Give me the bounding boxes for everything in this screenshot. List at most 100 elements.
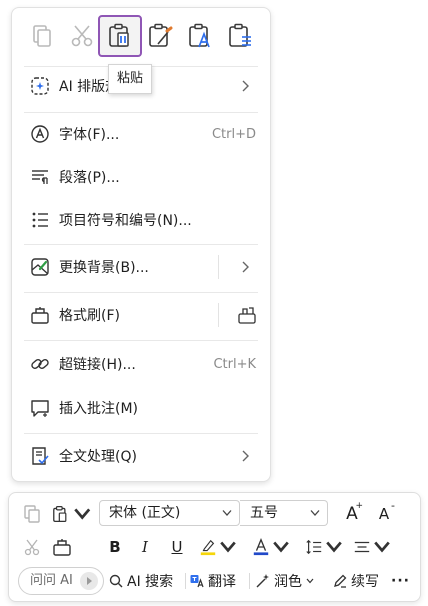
- chevron-down-icon: [306, 578, 314, 584]
- menu-item-label: 全文处理(Q): [59, 449, 137, 465]
- shrink-font-glyph: A: [378, 505, 390, 523]
- minus-icon: -: [391, 499, 395, 512]
- chevron-right-icon: [242, 80, 249, 92]
- menu-item-label: 项目符号和编号(N)...: [59, 213, 192, 229]
- search-icon: [109, 574, 123, 588]
- copy-icon: [33, 25, 51, 47]
- underline-glyph: U: [171, 538, 183, 556]
- grow-font-button[interactable]: A +: [339, 501, 365, 527]
- more-button[interactable]: ···: [391, 568, 410, 594]
- continue-write-button[interactable]: 续写: [332, 568, 379, 594]
- shrink-font-button[interactable]: A -: [371, 499, 397, 527]
- scissors-icon: [24, 539, 40, 556]
- menu-item-hyperlink[interactable]: 超链接(H)... Ctrl+K: [12, 346, 270, 382]
- copy-button[interactable]: [20, 15, 64, 57]
- paste-keep-formatting-button[interactable]: [98, 15, 142, 57]
- scissors-icon: [71, 25, 93, 47]
- chevron-down-icon: [73, 508, 90, 520]
- format-painter-button[interactable]: [49, 534, 75, 560]
- highlight-color-button[interactable]: [199, 534, 237, 560]
- paste-text-only-icon: [189, 23, 210, 48]
- format-painter-icon: [53, 539, 71, 556]
- chevron-right-icon: [242, 450, 249, 462]
- menu-item-label: 格式刷(F): [59, 308, 120, 324]
- menu-item-insert-comment[interactable]: 插入批注(M): [12, 390, 270, 426]
- background-icon: [30, 257, 50, 277]
- split-divider: [218, 255, 219, 279]
- font-color-icon: [253, 538, 269, 556]
- ai-search-label: AI 搜索: [127, 574, 174, 590]
- font-name-select[interactable]: 宋体 (正文): [99, 500, 240, 526]
- chevron-down-icon: [326, 541, 342, 553]
- context-menu: 粘贴 AI 排版规则 字体(F)... Ctrl+D 段落(P)... 项目符号…: [11, 7, 271, 482]
- format-painter-lock-icon[interactable]: [236, 304, 258, 326]
- paste-merge-format-icon: [149, 23, 173, 47]
- underline-button[interactable]: U: [165, 534, 189, 560]
- more-icon: ···: [391, 573, 410, 589]
- copy-button[interactable]: [19, 501, 45, 527]
- copy-icon: [24, 505, 40, 523]
- plus-icon: +: [355, 501, 363, 511]
- translate-label: 翻译: [208, 574, 236, 590]
- menu-item-format-painter[interactable]: 格式刷(F): [12, 297, 270, 333]
- italic-glyph: I: [142, 538, 148, 556]
- line-spacing-icon: [306, 539, 322, 555]
- bold-glyph: B: [109, 538, 121, 556]
- align-button[interactable]: [353, 534, 391, 560]
- comment-icon: [30, 398, 50, 418]
- font-name-value: 宋体 (正文): [109, 505, 181, 521]
- paste-dropdown-button[interactable]: [51, 501, 91, 527]
- align-center-icon: [354, 541, 370, 553]
- font-color-button[interactable]: [252, 534, 290, 560]
- menu-item-shortcut: Ctrl+K: [213, 356, 256, 372]
- mini-toolbar: 宋体 (正文) 五号 A + A - B I U 问问 AI AI 搜索 翻译 …: [8, 492, 421, 602]
- paste-icon: [53, 505, 67, 523]
- menu-item-bullets[interactable]: 项目符号和编号(N)...: [12, 202, 270, 238]
- highlighter-icon: [200, 539, 216, 556]
- menu-item-label: 超链接(H)...: [59, 357, 136, 373]
- menu-divider: [24, 244, 258, 245]
- paste-text-only-button[interactable]: [178, 15, 222, 57]
- chevron-down-icon: [220, 541, 236, 553]
- cut-button[interactable]: [19, 534, 45, 560]
- paragraph-icon: [30, 167, 50, 187]
- translate-icon: [190, 575, 204, 588]
- menu-item-label: 段落(P)...: [59, 170, 120, 186]
- split-divider: [218, 303, 219, 327]
- menu-divider: [24, 340, 258, 341]
- menu-item-label: 字体(F)...: [59, 127, 120, 143]
- translate-button[interactable]: 翻译: [189, 568, 236, 594]
- menu-divider: [24, 292, 258, 293]
- polish-label: 润色: [274, 574, 302, 590]
- bullets-icon: [30, 210, 50, 230]
- continue-write-label: 续写: [351, 574, 379, 590]
- font-size-select[interactable]: 五号: [240, 500, 328, 526]
- paste-merge-format-button[interactable]: [138, 15, 182, 57]
- menu-divider: [24, 112, 258, 113]
- line-spacing-button[interactable]: [305, 534, 343, 560]
- menu-item-background[interactable]: 更换背景(B)...: [12, 249, 270, 285]
- play-icon: [87, 577, 92, 585]
- paste-list-icon: [229, 23, 251, 47]
- document-process-icon: [30, 446, 50, 466]
- toolbar-divider: [185, 573, 186, 589]
- magic-wand-icon: [256, 574, 269, 588]
- ask-ai-input[interactable]: 问问 AI: [18, 567, 104, 595]
- paste-list-button[interactable]: [218, 15, 262, 57]
- chevron-down-icon: [222, 510, 232, 516]
- menu-item-paragraph[interactable]: 段落(P)...: [12, 159, 270, 195]
- link-icon: [30, 354, 50, 374]
- toolbar-divider: [249, 573, 250, 589]
- pen-icon: [334, 574, 347, 588]
- polish-button[interactable]: 润色: [255, 568, 317, 594]
- ai-search-button[interactable]: AI 搜索: [108, 568, 173, 594]
- bold-button[interactable]: B: [103, 534, 127, 560]
- format-painter-icon: [30, 305, 50, 325]
- menu-item-font[interactable]: 字体(F)... Ctrl+D: [12, 116, 270, 152]
- menu-item-full-text-process[interactable]: 全文处理(Q): [12, 438, 270, 474]
- paste-tooltip: 粘贴: [108, 64, 153, 94]
- italic-button[interactable]: I: [133, 534, 157, 560]
- chevron-down-icon: [273, 541, 289, 553]
- send-button[interactable]: [80, 572, 98, 590]
- ask-ai-label: 问问 AI: [30, 573, 73, 588]
